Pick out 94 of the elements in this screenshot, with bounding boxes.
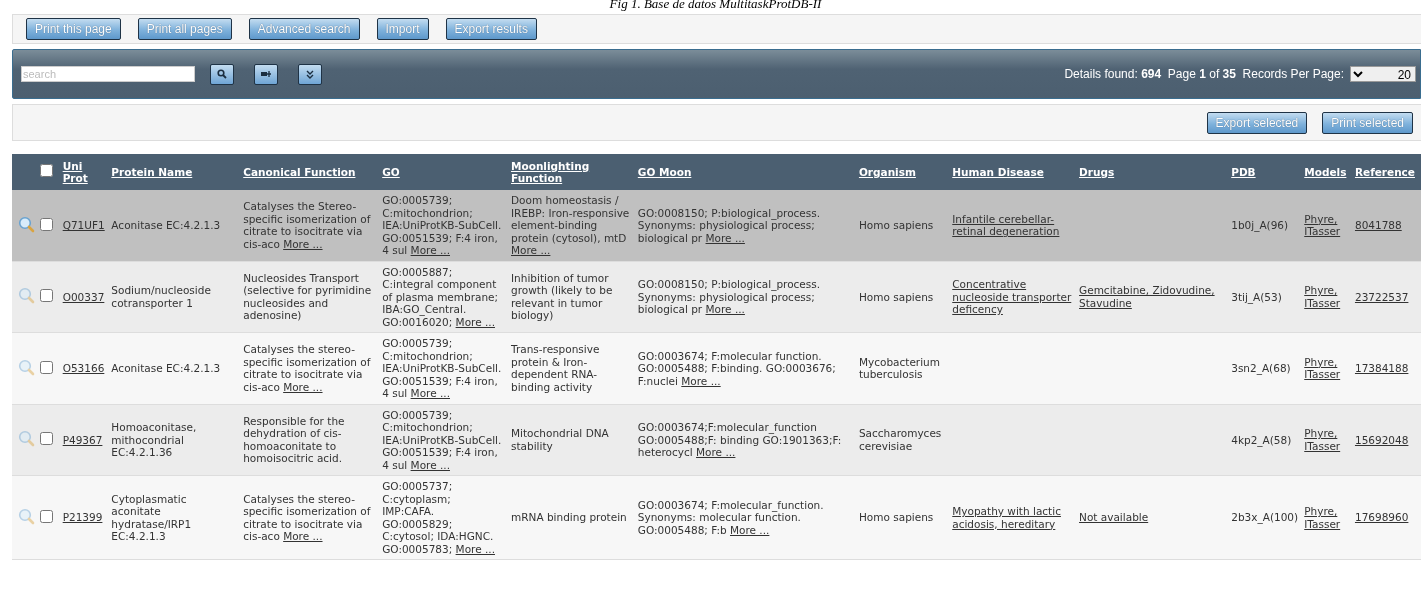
table-row[interactable] xyxy=(12,475,1421,560)
reference-link[interactable]: 8041788 xyxy=(1354,219,1402,232)
row-checkbox[interactable] xyxy=(40,289,54,302)
go-moon-terms: GO:0003674; F:molecular function. GO:0005488; F:binding. GO:0003676; F:nuclei More ... xyxy=(637,349,836,387)
go-terms: GO:0005739; C:mitochondrion; IEA:UniProtKB-SubCell. GO:0051539; F:4 iron, 4 sul More ... xyxy=(382,337,502,399)
canonical-function: Nucleosides Transport (selective for pyrimidine nucleosides and adenosine) xyxy=(243,271,372,322)
go-terms: GO:0005737; C:cytoplasm; IMP:CAFA. GO:0005829; C:cytosol; IDA:HGNC. GO:0005783; More ... xyxy=(382,480,495,555)
model-link[interactable]: Phyre, xyxy=(1304,427,1349,440)
canonical-function: Catalyses the stereo-specific isomerization of citrate to isocitrate via cis-aco More ... xyxy=(243,492,371,542)
uniprot-link[interactable]: P21399 xyxy=(62,511,103,524)
pdb-id: 2b3x_A(100) xyxy=(1231,511,1299,524)
uniprot-link[interactable]: O00337 xyxy=(62,290,105,303)
row-checkbox[interactable] xyxy=(40,360,54,374)
uniprot-link[interactable]: P49367 xyxy=(62,433,103,446)
row-checkbox[interactable] xyxy=(40,432,54,445)
more-link[interactable]: More ... xyxy=(455,542,495,555)
drugs-link[interactable]: Not available xyxy=(1079,511,1149,524)
canonical-function: Catalyses the Stereo-specific isomerization of citrate to isocitrate via cis-aco More ... xyxy=(243,200,371,250)
moonlighting-function: Trans-responsive protein & Iron-dependent RNA-binding activity xyxy=(511,343,600,393)
plug-icon xyxy=(260,70,272,78)
organism: Mycobacterium tuberculosis xyxy=(858,355,940,381)
organism: Homo sapiens xyxy=(858,290,934,303)
reference-link[interactable]: 17384188 xyxy=(1354,362,1409,375)
protein-name: Cytoplasmatic aconitate hydratase/IRP1 EC:4.2.1.3 xyxy=(111,492,192,542)
go-moon-terms: GO:0008150; P:biological_process. Synonyms: physiological process; biological pr More ... xyxy=(637,278,821,315)
more-link[interactable]: More ... xyxy=(511,244,551,256)
records-summary: Details found: 694 Page 1 of 35 Records Per Page: xyxy=(1064,67,1344,81)
go-terms: GO:0005887; C:integral component of plasma membrane; IBA:GO_Central. GO:0016020; More ... xyxy=(382,265,499,328)
table-row[interactable] xyxy=(12,261,1421,333)
reference-link[interactable]: 23722537 xyxy=(1354,290,1409,303)
organism: Saccharomyces cerevisiae xyxy=(858,427,942,452)
more-link[interactable]: More ... xyxy=(455,315,495,328)
table-row[interactable] xyxy=(12,190,1421,261)
model-link[interactable]: Phyre, xyxy=(1304,212,1349,226)
more-link[interactable]: More ... xyxy=(410,458,450,471)
more-link[interactable]: More ... xyxy=(410,387,450,399)
protein-name: Aconitase EC:4.2.1.3 xyxy=(111,362,221,374)
uniprot-link[interactable]: O53166 xyxy=(62,362,105,375)
go-moon-terms: GO:0008150; P:biological_process. Synonyms: physiological process; biological pr More ... xyxy=(637,206,821,244)
pdb-id: 4kp2_A(58) xyxy=(1231,433,1292,446)
pdb-id: 3tij_A(53) xyxy=(1231,290,1282,303)
column-header[interactable]: GO Moon xyxy=(637,165,692,179)
reference-link[interactable]: 15692048 xyxy=(1354,433,1409,446)
records-per-page-select[interactable]: 20 xyxy=(1350,66,1416,82)
go-moon-terms: GO:0003674;F:molecular_function GO:0005488;F: binding GO:1901363;F: heterocycl More ... xyxy=(637,421,842,458)
canonical-function: Catalyses the stereo-specific isomerization of citrate to isocitrate via cis-aco More ... xyxy=(243,343,371,393)
more-link[interactable]: More ... xyxy=(696,446,736,458)
search-button[interactable] xyxy=(210,63,234,85)
columns-button[interactable] xyxy=(254,63,278,85)
more-link[interactable]: More ... xyxy=(705,303,745,315)
more-link[interactable]: More ... xyxy=(705,231,745,244)
pdb-id: 3sn2_A(68) xyxy=(1231,362,1291,374)
organism: Homo sapiens xyxy=(858,511,934,524)
organism: Homo sapiens xyxy=(858,219,934,231)
moonlighting-function: Inhibition of tumor growth (likely to be relevant in tumor biology) xyxy=(511,271,613,322)
more-link[interactable]: More ... xyxy=(283,237,323,250)
model-link[interactable]: Phyre, xyxy=(1304,355,1349,369)
model-link[interactable]: ITasser xyxy=(1304,368,1349,381)
table-row[interactable] xyxy=(12,332,1421,404)
go-terms: GO:0005739; C:mitochondrion; IEA:UniProtKB-SubCell. GO:0051539; F:4 iron, 4 sul More ... xyxy=(382,194,502,256)
canonical-function: Responsible for the dehydration of cis-homoaconitate to homoisocitric acid. xyxy=(243,414,345,465)
go-terms: GO:0005739; C:mitochondrion; IEA:UniProtKB-SubCell. GO:0051539; F:4 iron, 4 sul More ... xyxy=(382,408,502,471)
moonlighting-function: mRNA binding protein xyxy=(511,511,627,524)
more-link[interactable]: More ... xyxy=(730,523,770,536)
expand-button[interactable] xyxy=(298,63,322,85)
pdb-id: 1b0j_A(96) xyxy=(1231,219,1289,231)
moonlighting-function: Doom homeostasis / IREBP: Iron-responsive element-binding protein (cytosol), mtD More ... xyxy=(511,194,630,256)
double-chevron-icon xyxy=(306,69,314,79)
protein-name: Homoaconitase, mithocondrial EC:4.2.1.36 xyxy=(111,421,197,458)
column-header[interactable]: GO xyxy=(382,165,400,179)
column-header[interactable]: Drugs xyxy=(1079,165,1115,179)
model-link[interactable]: Phyre, xyxy=(1304,284,1349,297)
search-icon xyxy=(217,69,227,79)
more-link[interactable]: More ... xyxy=(410,244,450,256)
row-checkbox[interactable] xyxy=(40,217,54,231)
more-link[interactable]: More ... xyxy=(283,380,323,393)
moonlighting-function: Mitochondrial DNA stability xyxy=(511,427,609,452)
go-moon-terms: GO:0003674; F:molecular_function. Synonyms: molecular function. GO:0005488; F:b More ... xyxy=(637,498,824,536)
table-row[interactable] xyxy=(12,404,1421,476)
uniprot-link[interactable]: Q71UF1 xyxy=(62,219,105,232)
protein-name: Aconitase EC:4.2.1.3 xyxy=(111,219,221,231)
model-link[interactable]: ITasser xyxy=(1304,296,1349,310)
model-link[interactable]: ITasser xyxy=(1304,225,1349,238)
model-link[interactable]: ITasser xyxy=(1304,517,1349,530)
more-link[interactable]: More ... xyxy=(681,374,721,387)
model-link[interactable]: Phyre, xyxy=(1304,505,1349,518)
column-header[interactable]: PDB xyxy=(1231,165,1256,179)
reference-link[interactable]: 17698960 xyxy=(1354,511,1409,524)
row-checkbox[interactable] xyxy=(40,509,54,523)
protein-name: Sodium/nucleoside cotransporter 1 xyxy=(111,284,211,309)
model-link[interactable]: ITasser xyxy=(1304,439,1349,453)
select-all-checkbox[interactable] xyxy=(40,164,54,178)
search-field[interactable]: search xyxy=(21,66,195,82)
more-link[interactable]: More ... xyxy=(283,530,323,542)
